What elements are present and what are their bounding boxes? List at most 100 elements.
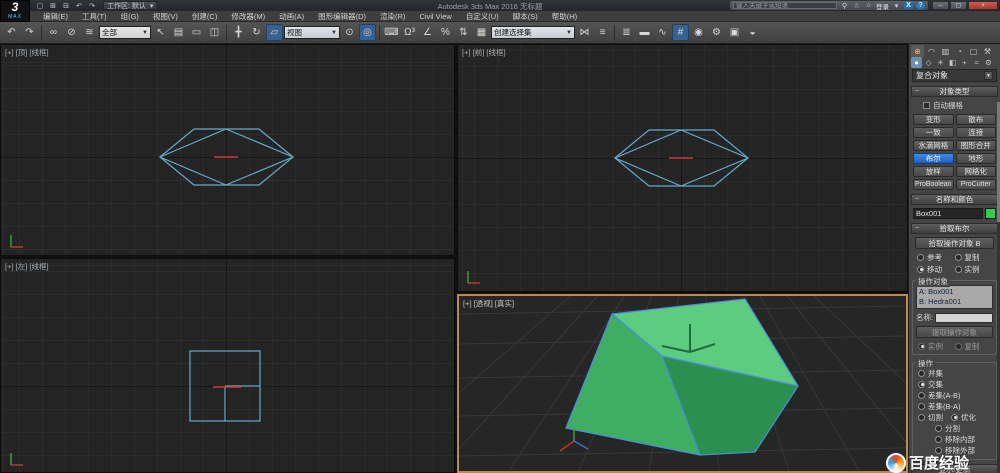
object-name-field[interactable]: Box001 [913, 208, 983, 219]
mirror-icon[interactable]: ⋈ [576, 24, 593, 41]
rendered-frame-icon[interactable]: ▣ [726, 24, 743, 41]
scatter-button[interactable]: 散布 [956, 114, 997, 125]
box-wireframe-left[interactable] [1, 259, 455, 473]
rollout-pick-boolean[interactable]: − 拾取布尔 [911, 223, 998, 234]
select-object-icon[interactable]: ↖ [152, 24, 169, 41]
remove-outside-radio[interactable]: 移除外部 [935, 445, 991, 455]
star-icon[interactable]: ☆ [852, 2, 861, 10]
move-radio[interactable]: 移动 [917, 264, 955, 274]
select-and-rotate-icon[interactable]: ↻ [248, 24, 265, 41]
remove-inside-radio[interactable]: 移除内部 [935, 434, 991, 444]
union-radio[interactable]: 并集 [918, 368, 991, 378]
open-file-icon[interactable]: ⊞ [47, 1, 59, 10]
extract-operand-button[interactable]: 提取操作对象 [916, 326, 993, 338]
extract-copy-radio[interactable]: 复制 [955, 341, 992, 351]
space-warps-category-icon[interactable]: ≈ [971, 57, 982, 68]
rollout-name-color[interactable]: − 名称和颜色 [911, 194, 998, 205]
select-and-scale-icon[interactable]: ▱ [266, 24, 283, 41]
menu-views[interactable]: 视图(V) [146, 11, 185, 22]
split-radio[interactable]: 分割 [935, 423, 991, 433]
schematic-view-icon[interactable]: # [672, 24, 689, 41]
menu-create[interactable]: 创建(C) [185, 11, 224, 22]
undo-icon[interactable]: ↶ [3, 24, 20, 41]
morph-button[interactable]: 变形 [913, 114, 954, 125]
viewport-perspective-label[interactable]: [+] [透视] [真实] [463, 298, 514, 309]
menu-group[interactable]: 组(G) [114, 11, 146, 22]
curve-editor-icon[interactable]: ∿ [654, 24, 671, 41]
subtraction-a-b-radio[interactable]: 差集(A-B) [918, 390, 991, 400]
layer-manager-icon[interactable]: ≣ [618, 24, 635, 41]
object-color-swatch[interactable] [985, 208, 996, 219]
hedra-boolean-wireframe-front[interactable] [458, 45, 908, 292]
hierarchy-tab[interactable]: ▥ [939, 45, 952, 57]
close-button[interactable]: × [968, 1, 998, 10]
menu-civil-view[interactable]: Civil View [412, 11, 458, 22]
menu-rendering[interactable]: 渲染(R) [373, 11, 412, 22]
viewport-top[interactable]: [+] [顶] [线框] [0, 44, 455, 256]
viewport-front[interactable]: [+] [前] [线框] [457, 44, 908, 292]
maximize-button[interactable]: ▢ [950, 1, 967, 10]
viewport-top-label[interactable]: [+] [顶] [线框] [5, 47, 49, 58]
menu-animation[interactable]: 动画(A) [272, 11, 311, 22]
operand-name-field[interactable] [935, 313, 993, 323]
cut-radio[interactable]: 切割 [918, 412, 943, 422]
render-setup-icon[interactable]: ⚙ [708, 24, 725, 41]
infocenter-search-input[interactable] [733, 2, 837, 9]
viewport-front-label[interactable]: [+] [前] [线框] [462, 47, 506, 58]
selection-filter-dropdown[interactable]: 全部 ▼ [99, 26, 151, 39]
operands-list[interactable]: A: Box001 B: Hedra001 [916, 285, 993, 309]
pick-operand-b-button[interactable]: 拾取操作对象 B [915, 237, 994, 249]
intersection-radio[interactable]: 交集 [918, 379, 991, 389]
loft-button[interactable]: 放样 [913, 166, 954, 177]
undo-icon[interactable]: ↶ [73, 1, 85, 10]
cameras-category-icon[interactable]: ◧ [947, 57, 958, 68]
edit-named-selection-sets-icon[interactable]: ▦ [473, 24, 490, 41]
ribbon-toggle-icon[interactable]: ▬ [636, 24, 653, 41]
viewport-left-label[interactable]: [+] [左] [线框] [5, 261, 49, 272]
viewport-perspective[interactable]: [+] [透视] [真实] [457, 294, 908, 473]
create-tab[interactable]: ⊕ [911, 45, 924, 57]
systems-category-icon[interactable]: ⚙ [983, 57, 994, 68]
menu-tools[interactable]: 工具(T) [75, 11, 114, 22]
conform-button[interactable]: 一致 [913, 127, 954, 138]
refine-radio[interactable]: 优化 [951, 412, 976, 422]
motion-tab[interactable]: ◔ [953, 45, 966, 57]
boolean-button[interactable]: 布尔 [913, 153, 954, 164]
list-item[interactable]: A: Box001 [919, 287, 990, 297]
display-tab[interactable]: ▢ [967, 45, 980, 57]
menu-graph-editors[interactable]: 图形编辑器(D) [311, 11, 373, 22]
proboolean-button[interactable]: ProBoolean [913, 179, 954, 190]
new-scene-icon[interactable]: ▢ [34, 1, 46, 10]
geometry-category-dropdown[interactable]: 复合对象 ▼ [912, 69, 997, 82]
keyboard-shortcut-override-icon[interactable]: ⌨ [383, 24, 400, 41]
window-crossing-icon[interactable]: ◫ [206, 24, 223, 41]
select-by-name-icon[interactable]: ▤ [170, 24, 187, 41]
autogrid-checkbox[interactable]: 自动栅格 [923, 100, 1000, 111]
home-icon[interactable]: ⌂ [864, 2, 873, 9]
reference-radio[interactable]: 参考 [917, 252, 955, 262]
subtraction-b-a-radio[interactable]: 差集(B-A) [918, 401, 991, 411]
unlink-selection-icon[interactable]: ⊘ [63, 24, 80, 41]
save-file-icon[interactable]: ⊟ [60, 1, 72, 10]
use-pivot-point-center-icon[interactable]: ⊙ [341, 24, 358, 41]
snaps-toggle-icon[interactable]: Ω³ [401, 24, 418, 41]
geometry-category-icon[interactable]: ● [911, 57, 922, 68]
chevron-down-icon[interactable]: ▾ [892, 2, 901, 10]
reference-coordinate-dropdown[interactable]: 视图 ▼ [284, 26, 340, 39]
menu-edit[interactable]: 编辑(E) [36, 11, 75, 22]
align-icon[interactable]: ≡ [594, 24, 611, 41]
menu-modifiers[interactable]: 修改器(M) [224, 11, 272, 22]
boolean-result-object[interactable] [459, 296, 906, 471]
rollout-display-update[interactable]: − 显示/更新 [911, 464, 998, 473]
extract-instance-radio[interactable]: 实例 [918, 341, 955, 351]
application-menu-button[interactable]: 3 MAX [0, 0, 30, 22]
shapemerge-button[interactable]: 图形合并 [956, 140, 997, 151]
modify-tab[interactable]: ◠ [925, 45, 938, 57]
percent-snap-icon[interactable]: % [437, 24, 454, 41]
select-and-move-icon[interactable]: ╋ [230, 24, 247, 41]
render-production-icon[interactable]: ◒ [744, 24, 761, 41]
shapes-category-icon[interactable]: ◇ [923, 57, 934, 68]
rollout-object-type[interactable]: − 对象类型 [911, 86, 998, 97]
sign-in-button[interactable]: 登录 [876, 1, 889, 11]
menu-customize[interactable]: 自定义(U) [459, 11, 506, 22]
